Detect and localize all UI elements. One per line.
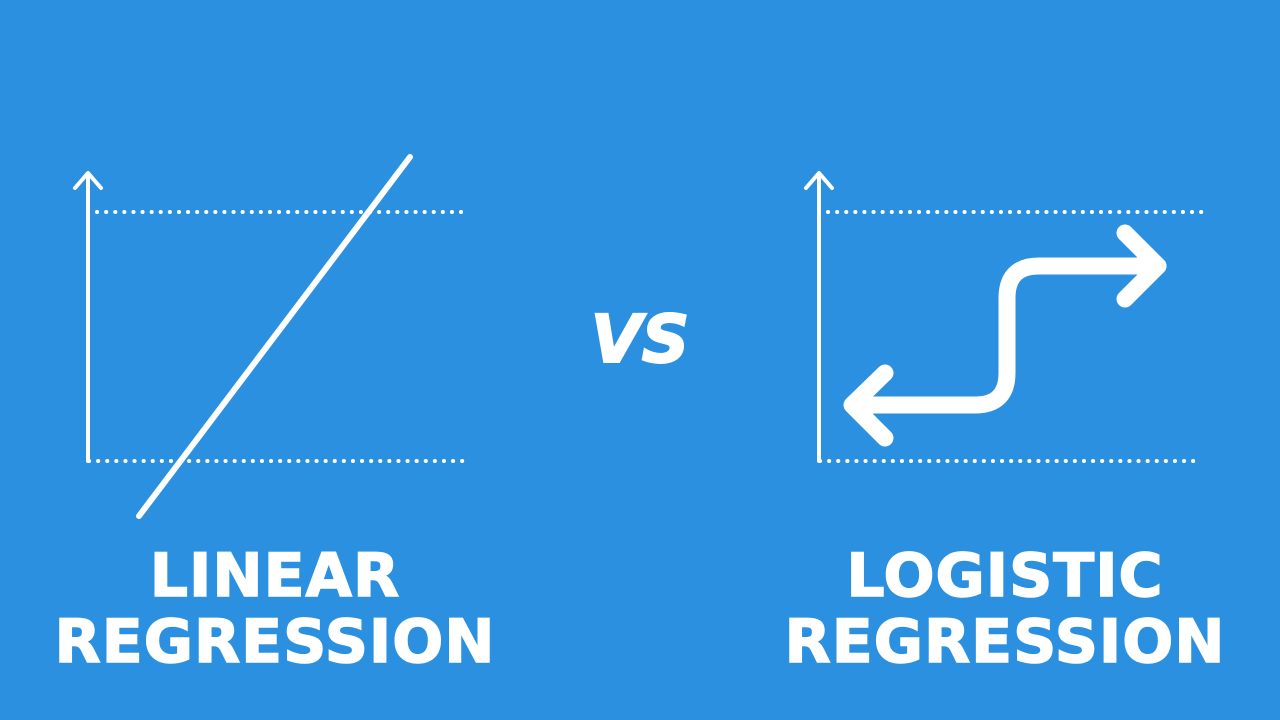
comparison-graphic: VS LINEAR REGRESSION LOGISTIC REGRESSION — [0, 0, 1280, 720]
logistic-regression-diagram — [804, 171, 1204, 463]
linear-regression-title: LINEAR REGRESSION — [30, 541, 520, 677]
logistic-regression-title: LOGISTIC REGRESSION — [760, 541, 1250, 677]
logistic-regression-title-line1: LOGISTIC — [846, 541, 1164, 611]
linear-regression-title-line1: LINEAR — [149, 541, 401, 611]
linear-regression-diagram — [73, 154, 472, 519]
two-way-step-arrow-icon — [849, 257, 1167, 414]
linear-regression-title-line2: REGRESSION — [54, 607, 496, 677]
logistic-regression-title-line2: REGRESSION — [784, 607, 1226, 677]
vs-separator: VS — [590, 300, 691, 379]
